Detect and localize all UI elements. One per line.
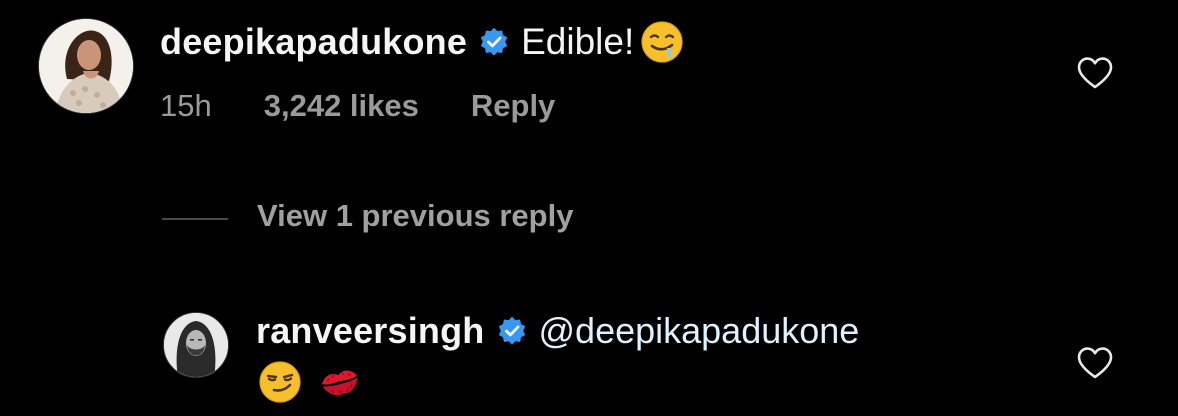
reply-button[interactable]: Reply: [471, 88, 555, 124]
view-previous-replies-button[interactable]: View 1 previous reply: [257, 198, 573, 234]
thread-divider: [162, 218, 228, 220]
comment-meta: 15h 3,242 likes Reply: [160, 88, 555, 124]
avatar[interactable]: [38, 18, 134, 114]
kiss-mark-icon: [318, 360, 362, 404]
reply-avatar[interactable]: [163, 312, 229, 378]
reply-header: ranveersingh @deepikapadukone: [256, 306, 859, 356]
smirking-face-icon: [258, 360, 302, 404]
comment-header: deepikapadukone Edible!: [160, 18, 684, 66]
comment-text: Edible!: [521, 21, 635, 62]
reply-like-heart-icon[interactable]: [1076, 346, 1114, 380]
comment-likes-count[interactable]: 3,242 likes: [264, 88, 419, 124]
drooling-face-icon: [640, 20, 684, 64]
like-heart-icon[interactable]: [1076, 56, 1114, 90]
reply-username[interactable]: ranveersingh: [256, 310, 485, 352]
verified-badge-icon: [479, 27, 509, 57]
comment-timestamp: 15h: [160, 88, 212, 123]
reply-mention-link[interactable]: @deepikapadukone: [539, 310, 860, 352]
comment-username[interactable]: deepikapadukone: [160, 21, 467, 63]
verified-badge-icon: [497, 316, 527, 346]
reply-emoji-row: [258, 360, 362, 404]
